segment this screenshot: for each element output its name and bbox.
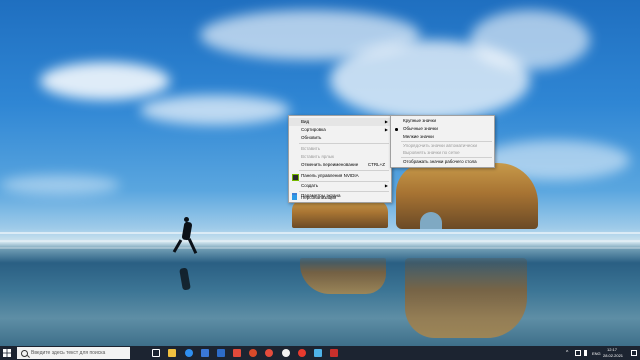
menu-item-paste[interactable]: Вставить — [289, 145, 391, 153]
search-placeholder: Введите здесь текст для поиска — [31, 350, 106, 356]
submenu-item-show-desktop-icons[interactable]: Отображать значки рабочего стола — [391, 158, 494, 166]
runner-reflection — [179, 267, 191, 291]
menu-item-undo-rename[interactable]: Отменить переименование CTRL+Z — [289, 161, 391, 169]
task-view-icon[interactable] — [152, 349, 160, 357]
wave — [0, 247, 640, 249]
clock-date[interactable]: 28.02.2021 — [603, 353, 623, 358]
submenu-item-large-icons[interactable]: Крупные значки — [391, 117, 494, 125]
menu-item-refresh[interactable]: Обновить — [289, 134, 391, 142]
runner-head — [184, 217, 189, 222]
file-explorer-icon[interactable] — [168, 349, 176, 357]
menu-item-label: Вставить — [301, 146, 321, 151]
volume-icon[interactable] — [584, 350, 587, 356]
paint-icon[interactable] — [314, 349, 322, 357]
submenu-item-medium-icons[interactable]: Обычные значки — [391, 125, 494, 133]
menu-item-label: Обычные значки — [403, 126, 438, 131]
selected-bullet-icon — [395, 128, 398, 131]
menu-item-label: Создать — [301, 183, 319, 188]
menu-item-label: Отображать значки рабочего стола — [403, 159, 477, 164]
rock-reflection — [405, 258, 527, 338]
media-icon[interactable] — [265, 349, 273, 357]
runner-silhouette — [181, 221, 193, 241]
shortcut-label: CTRL+Z — [367, 162, 385, 167]
search-icon — [21, 349, 28, 357]
taskbar-search-box[interactable]: Введите здесь текст для поиска — [17, 347, 130, 359]
menu-item-label: Вид — [301, 119, 310, 124]
cloud — [40, 62, 170, 100]
cloud — [140, 95, 290, 125]
menu-item-label: Обновить — [301, 135, 322, 140]
menu-item-label: Мелкие значки — [403, 134, 434, 139]
menu-item-view[interactable]: Вид ▶ — [289, 118, 391, 126]
taskbar: Введите здесь текст для поиска ^ ENG 12:… — [0, 346, 640, 360]
chevron-right-icon: ▶ — [384, 183, 388, 188]
desktop-context-menu: Вид ▶ Сортировка ▶ Обновить Вставить Вст… — [288, 115, 392, 203]
menu-item-label: Отменить переименование — [301, 162, 359, 167]
nvidia-icon — [292, 173, 299, 181]
clock-time[interactable]: 12:17 — [607, 347, 617, 352]
notifications-icon[interactable] — [631, 350, 637, 356]
mail-icon[interactable] — [217, 349, 225, 357]
cloud — [470, 10, 590, 70]
menu-separator — [299, 143, 389, 144]
submenu-item-align-grid[interactable]: Выровнять значки по сетке — [391, 149, 494, 157]
menu-item-nvidia-panel[interactable]: Панель управления NVIDIA — [289, 172, 391, 181]
rock-reflection — [300, 258, 386, 294]
menu-item-personalize[interactable]: Персонализация — [289, 194, 391, 201]
sea-stack-right — [396, 163, 538, 229]
wave — [0, 240, 640, 242]
edge-icon[interactable] — [185, 349, 193, 357]
calculator-icon[interactable] — [233, 349, 241, 357]
submenu-item-small-icons[interactable]: Мелкие значки — [391, 133, 494, 141]
arch-gap — [420, 212, 442, 229]
app-red-icon[interactable] — [330, 349, 338, 357]
wave — [0, 232, 640, 234]
menu-item-label: Сортировка — [301, 127, 326, 132]
menu-item-label: Выровнять значки по сетке — [403, 150, 460, 155]
menu-item-label: Персонализация — [301, 195, 337, 200]
menu-item-label: Вставить ярлык — [301, 154, 334, 159]
browser-icon[interactable] — [282, 349, 290, 357]
menu-item-label: Панель управления NVIDIA — [301, 173, 359, 178]
personalize-icon — [292, 195, 297, 200]
menu-item-label: Крупные значки — [403, 118, 437, 123]
menu-separator — [299, 170, 389, 171]
app-icon[interactable] — [249, 349, 257, 357]
chevron-right-icon: ▶ — [384, 119, 388, 124]
store-icon[interactable] — [201, 349, 209, 357]
menu-item-sort[interactable]: Сортировка ▶ — [289, 126, 391, 134]
view-submenu: Крупные значки Обычные значки Мелкие зна… — [390, 115, 495, 168]
menu-item-paste-shortcut[interactable]: Вставить ярлык — [289, 153, 391, 161]
windows-start-icon[interactable] — [3, 349, 11, 357]
yandex-icon[interactable] — [298, 349, 306, 357]
language-indicator[interactable]: ENG — [592, 351, 601, 356]
network-icon[interactable] — [575, 350, 581, 356]
sea-stack-left — [292, 200, 388, 228]
chevron-up-icon[interactable]: ^ — [566, 350, 572, 356]
cloud — [0, 175, 120, 195]
chevron-right-icon: ▶ — [384, 127, 388, 132]
menu-item-create[interactable]: Создать ▶ — [289, 182, 391, 190]
